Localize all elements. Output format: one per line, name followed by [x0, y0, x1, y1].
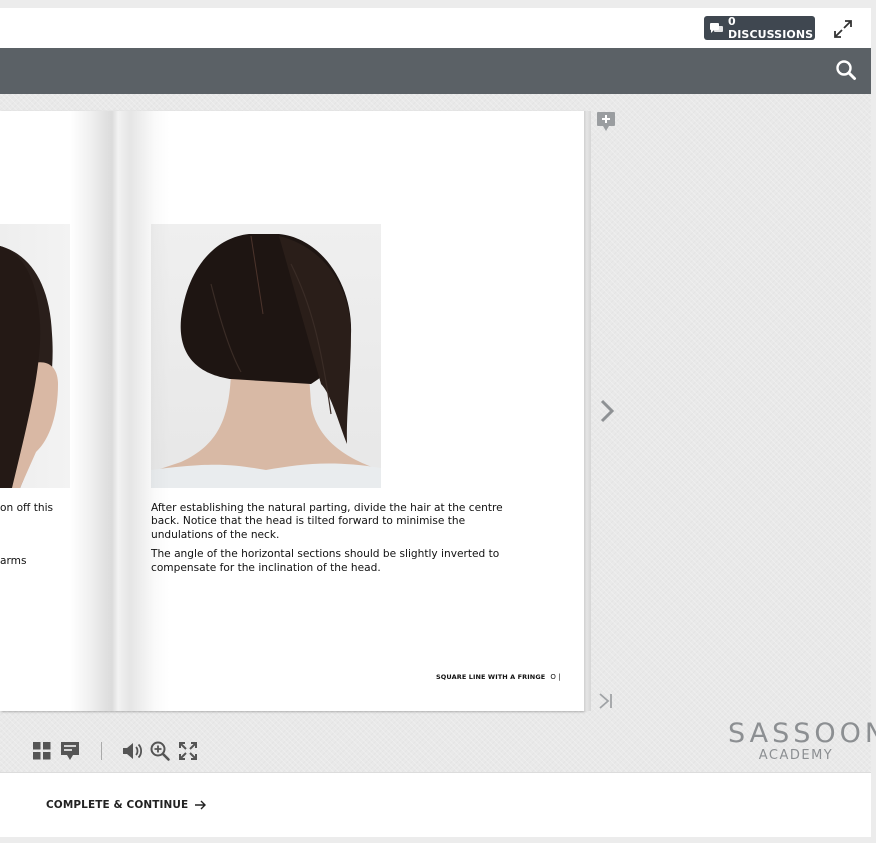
- logo-line-1: SASSOON: [728, 718, 876, 749]
- notes-icon[interactable]: [59, 740, 81, 762]
- chat-icon: [710, 22, 723, 33]
- volume-icon[interactable]: [121, 740, 143, 762]
- fullscreen-icon[interactable]: [177, 740, 199, 762]
- page-edge: [584, 111, 591, 711]
- zoom-in-icon[interactable]: [149, 740, 171, 762]
- top-bar: 0 DISCUSSIONS: [0, 8, 871, 48]
- grid-icon[interactable]: [31, 740, 53, 762]
- viewer-toolbar: [0, 48, 871, 94]
- left-page-text-1: on off this: [0, 502, 54, 514]
- hair-photo: [151, 224, 381, 488]
- left-page-text-2: arms: [0, 555, 27, 567]
- book-spine-shadow: [70, 111, 170, 711]
- chevron-right-icon[interactable]: [598, 397, 616, 425]
- discussions-button[interactable]: 0 DISCUSSIONS: [704, 15, 815, 41]
- search-icon[interactable]: [835, 59, 857, 81]
- book-spread: on off this arms After establishing the …: [0, 111, 584, 711]
- bottom-bar: COMPLETE & CONTINUE: [0, 773, 871, 837]
- page-footer: SQUARE LINE WITH A FRINGE O |: [436, 673, 561, 681]
- instruction-text: After establishing the natural parting, …: [151, 502, 523, 581]
- page-number: O |: [550, 673, 561, 681]
- logo-line-2: ACADEMY: [758, 748, 834, 763]
- controls-divider: [101, 742, 102, 760]
- arrow-right-icon: [195, 800, 207, 810]
- page-footer-title: SQUARE LINE WITH A FRINGE: [436, 673, 546, 681]
- sassoon-academy-logo: SASSOON ACADEMY: [728, 718, 876, 764]
- complete-continue-label: COMPLETE & CONTINUE: [46, 799, 189, 811]
- expand-icon[interactable]: [832, 18, 854, 40]
- instruction-paragraph-1: After establishing the natural parting, …: [151, 502, 503, 541]
- left-page-photo: [0, 224, 70, 488]
- complete-continue-button[interactable]: COMPLETE & CONTINUE: [46, 799, 207, 811]
- skip-to-end-icon[interactable]: [598, 692, 614, 710]
- book-viewer: on off this arms After establishing the …: [0, 94, 876, 773]
- discussions-label: 0 DISCUSSIONS: [728, 15, 814, 41]
- add-note-icon[interactable]: [597, 112, 615, 132]
- instruction-paragraph-2: The angle of the horizontal sections sho…: [151, 548, 500, 574]
